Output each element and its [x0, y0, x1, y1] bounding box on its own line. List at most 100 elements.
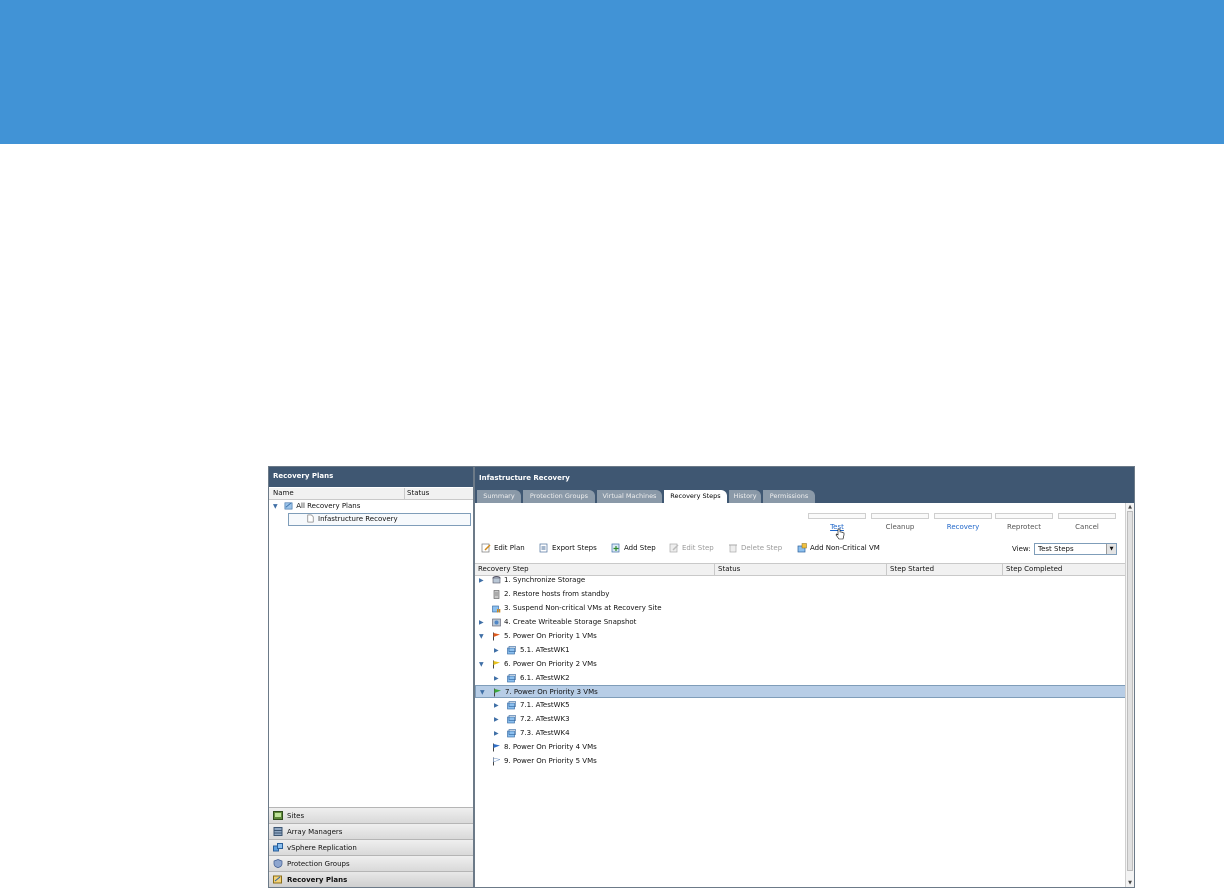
delete-step-button[interactable]: Delete Step [728, 543, 782, 553]
tab-recovery-steps[interactable]: Recovery Steps [664, 490, 727, 503]
nav-label: vSphere Replication [287, 844, 357, 852]
scroll-up-icon[interactable]: ▲ [1126, 503, 1134, 511]
step-row[interactable]: 9. Power On Priority 5 VMs [475, 755, 1126, 768]
edit-plan-button[interactable]: Edit Plan [481, 543, 525, 553]
column-status[interactable]: Status [718, 565, 740, 573]
nav-sites[interactable]: Sites [269, 807, 473, 823]
right-pane-header: Infastructure Recovery Summary Protectio… [475, 467, 1134, 503]
add-vm-icon [797, 543, 807, 553]
tab-history[interactable]: History [729, 490, 761, 503]
add-step-label: Add Step [624, 544, 656, 552]
step-label: 8. Power On Priority 4 VMs [504, 743, 597, 751]
edit-plan-icon [481, 543, 491, 553]
step-row[interactable]: ▶ 1. Synchronize Storage [475, 574, 1126, 587]
tab-protection-groups[interactable]: Protection Groups [523, 490, 595, 503]
delete-step-icon [729, 544, 737, 553]
step-row[interactable]: ▶ 7.3. ATestWK4 [475, 727, 1126, 740]
nav-recovery-plans[interactable]: Recovery Plans [269, 871, 473, 887]
export-steps-label: Export Steps [552, 544, 597, 552]
column-step-completed[interactable]: Step Completed [1006, 565, 1062, 573]
expand-icon[interactable]: ▼ [273, 501, 282, 513]
edit-step-label: Edit Step [682, 544, 714, 552]
cancel-button[interactable]: Cancel [1058, 523, 1116, 531]
nav-vsphere-replication[interactable]: vSphere Replication [269, 839, 473, 855]
expand-icon[interactable]: ▶ [494, 713, 503, 726]
column-status[interactable]: Status [407, 489, 429, 497]
view-select-value: Test Steps [1038, 545, 1074, 553]
recovery-plans-folder-icon [284, 502, 293, 510]
left-column-header: Name Status [269, 488, 473, 500]
step-label: 5. Power On Priority 1 VMs [504, 632, 597, 640]
step-label: 9. Power On Priority 5 VMs [504, 757, 597, 765]
export-steps-button[interactable]: Export Steps [539, 543, 597, 553]
edit-step-button[interactable]: Edit Step [669, 543, 714, 553]
step-label: 6. Power On Priority 2 VMs [504, 660, 597, 668]
add-step-button[interactable]: Add Step [611, 543, 656, 553]
nav-protection-groups[interactable]: Protection Groups [269, 855, 473, 871]
right-pane: Infastructure Recovery Summary Protectio… [475, 467, 1134, 887]
edit-step-icon [669, 543, 679, 553]
tree-item-label: Infastructure Recovery [318, 515, 398, 523]
vm-icon [507, 674, 516, 683]
add-noncritical-vm-button[interactable]: Add Non-Critical VM [797, 543, 880, 553]
storage-sync-icon [492, 576, 501, 584]
step-label: 3. Suspend Non-critical VMs at Recovery … [504, 604, 662, 612]
tree-item-infastructure-recovery[interactable]: Infastructure Recovery [306, 513, 398, 525]
cleanup-button-frame[interactable] [871, 513, 929, 519]
recovery-button[interactable]: Recovery [934, 523, 992, 531]
step-row[interactable]: ▶ 5.1. ATestWK1 [475, 644, 1126, 657]
step-row[interactable]: 8. Power On Priority 4 VMs [475, 741, 1126, 754]
test-button-frame[interactable] [808, 513, 866, 519]
tab-summary[interactable]: Summary [477, 490, 521, 503]
vertical-scrollbar[interactable]: ▲ ▼ [1125, 503, 1134, 887]
sites-icon [273, 811, 283, 820]
collapse-icon[interactable]: ▼ [479, 630, 488, 643]
nav-label: Sites [287, 812, 305, 820]
expand-icon[interactable]: ▶ [479, 574, 488, 587]
left-pane-title: Recovery Plans [269, 467, 473, 487]
expand-icon[interactable]: ▶ [479, 616, 488, 629]
tab-permissions[interactable]: Permissions [763, 490, 815, 503]
step-row[interactable]: ▶ 7.2. ATestWK3 [475, 713, 1126, 726]
expand-icon[interactable]: ▶ [494, 699, 503, 712]
step-row[interactable]: 2. Restore hosts from standby [475, 588, 1126, 601]
view-select[interactable]: Test Steps ▼ [1034, 543, 1117, 555]
scroll-thumb[interactable] [1127, 511, 1133, 871]
delete-step-label: Delete Step [741, 544, 783, 552]
nav-buttons: Sites Array Managers vSphere Replication… [269, 807, 473, 887]
expand-icon[interactable]: ▶ [494, 644, 503, 657]
expand-icon[interactable]: ▶ [494, 672, 503, 685]
column-step-started[interactable]: Step Started [890, 565, 934, 573]
vsphere-replication-icon [273, 843, 283, 852]
cancel-button-frame[interactable] [1058, 513, 1116, 519]
step-row[interactable]: ▶ 7.1. ATestWK5 [475, 699, 1126, 712]
step-row-selected[interactable]: ▼ 7. Power On Priority 3 VMs [475, 685, 1126, 698]
collapse-icon[interactable]: ▼ [480, 686, 489, 699]
export-steps-icon [539, 543, 548, 553]
column-recovery-step[interactable]: Recovery Step [478, 565, 529, 573]
scroll-down-icon[interactable]: ▼ [1126, 879, 1134, 887]
collapse-icon[interactable]: ▼ [479, 658, 488, 671]
tab-virtual-machines[interactable]: Virtual Machines [597, 490, 662, 503]
document-icon [307, 514, 314, 523]
step-label: 7.3. ATestWK4 [520, 729, 570, 737]
step-row[interactable]: ▼ 5. Power On Priority 1 VMs [475, 630, 1126, 643]
expand-icon[interactable]: ▶ [494, 727, 503, 740]
cleanup-button[interactable]: Cleanup [871, 523, 929, 531]
step-row[interactable]: ▶ 4. Create Writeable Storage Snapshot [475, 616, 1126, 629]
step-row[interactable]: 3. Suspend Non-critical VMs at Recovery … [475, 602, 1126, 615]
reprotect-button-frame[interactable] [995, 513, 1053, 519]
vm-icon [507, 729, 516, 738]
nav-label: Protection Groups [287, 860, 350, 868]
step-row[interactable]: ▶ 6.1. ATestWK2 [475, 672, 1126, 685]
nav-array-managers[interactable]: Array Managers [269, 823, 473, 839]
tree-item-label: All Recovery Plans [296, 502, 361, 510]
dropdown-arrow-icon[interactable]: ▼ [1106, 544, 1116, 554]
recovery-button-frame[interactable] [934, 513, 992, 519]
step-label: 7. Power On Priority 3 VMs [505, 688, 598, 696]
tree-item-all-recovery-plans[interactable]: ▼ All Recovery Plans [273, 500, 360, 512]
step-row[interactable]: ▼ 6. Power On Priority 2 VMs [475, 658, 1126, 671]
step-label: 1. Synchronize Storage [504, 576, 586, 584]
column-name[interactable]: Name [273, 489, 294, 497]
reprotect-button[interactable]: Reprotect [995, 523, 1053, 531]
